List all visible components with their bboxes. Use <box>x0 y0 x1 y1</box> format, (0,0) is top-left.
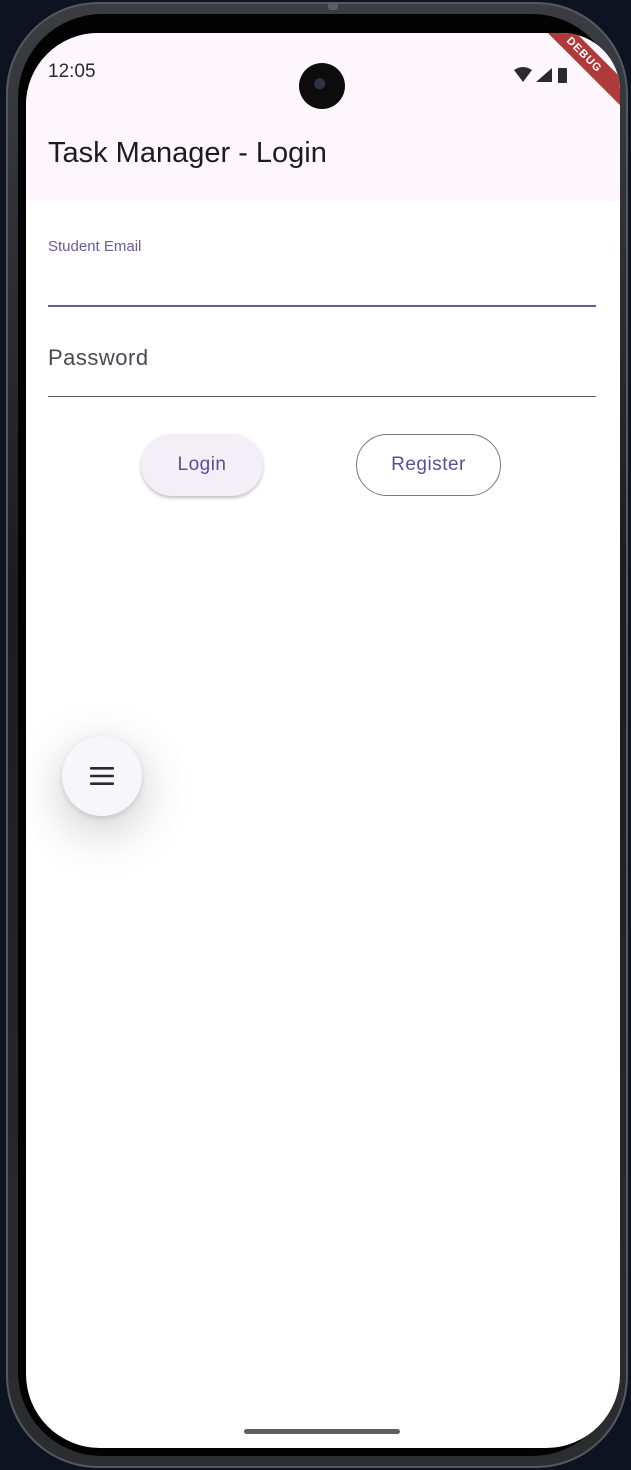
email-input[interactable] <box>48 265 596 307</box>
power-button <box>328 2 338 10</box>
email-field: Student Email <box>48 233 596 311</box>
front-camera <box>299 63 345 109</box>
battery-icon <box>558 68 567 83</box>
app-screen: 12:05 DEBUG Task Manager - Login Student… <box>26 33 620 1448</box>
register-button[interactable]: Register <box>356 434 501 496</box>
email-label: Student Email <box>48 238 142 255</box>
status-time: 12:05 <box>48 61 96 82</box>
menu-icon <box>90 767 114 785</box>
home-indicator[interactable] <box>244 1429 400 1434</box>
status-icons <box>514 67 567 83</box>
page-title: Task Manager - Login <box>48 137 327 169</box>
wifi-icon <box>514 67 532 82</box>
password-input[interactable] <box>48 323 596 397</box>
cellular-signal-icon <box>536 68 552 82</box>
password-field <box>48 323 596 397</box>
app-bar: 12:05 DEBUG Task Manager - Login <box>26 33 620 201</box>
menu-fab[interactable] <box>62 736 142 816</box>
login-button[interactable]: Login <box>141 434 263 496</box>
